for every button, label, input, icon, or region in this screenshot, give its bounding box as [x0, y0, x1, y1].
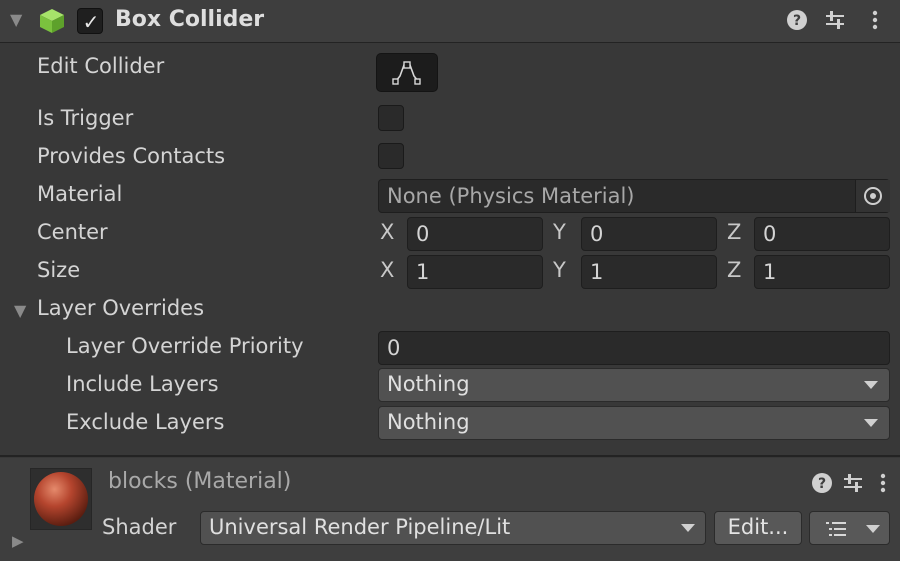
size-x-input[interactable]: 1 — [407, 255, 543, 289]
section-divider — [0, 455, 900, 457]
chevron-down-icon — [866, 525, 880, 533]
provides-contacts-checkbox[interactable] — [378, 143, 404, 169]
component-enabled-checkbox[interactable]: ✓ — [77, 8, 103, 34]
size-y-axis-label: Y — [553, 258, 566, 282]
checkmark-icon: ✓ — [82, 10, 100, 34]
layer-overrides-foldout-icon[interactable]: ▼ — [14, 301, 26, 320]
shader-options-dropdown[interactable] — [809, 511, 890, 545]
size-y-input[interactable]: 1 — [581, 255, 717, 289]
presets-icon[interactable] — [824, 9, 846, 31]
material-foldout-icon[interactable]: ▶ — [12, 532, 24, 550]
object-picker-icon — [864, 187, 882, 205]
center-x-axis-label: X — [380, 220, 395, 244]
size-z-axis-label: Z — [727, 258, 742, 282]
size-label: Size — [37, 258, 81, 282]
edit-collider-icon — [392, 61, 421, 85]
include-layers-value: Nothing — [387, 372, 470, 396]
center-z-input[interactable]: 0 — [754, 217, 890, 251]
exclude-layers-label: Exclude Layers — [66, 410, 225, 434]
material-preview[interactable] — [30, 468, 92, 530]
is-trigger-label: Is Trigger — [37, 106, 134, 130]
help-icon[interactable]: ? — [786, 9, 808, 31]
exclude-layers-dropdown[interactable]: Nothing — [378, 406, 890, 440]
list-icon — [826, 522, 846, 536]
provides-contacts-label: Provides Contacts — [37, 144, 226, 168]
chevron-down-icon — [681, 524, 695, 532]
size-z-input[interactable]: 1 — [754, 255, 890, 289]
center-y-axis-label: Y — [553, 220, 566, 244]
layer-override-priority-input[interactable]: 0 — [378, 331, 890, 365]
layer-override-priority-label: Layer Override Priority — [66, 334, 304, 358]
more-menu-icon[interactable] — [864, 9, 886, 31]
material-sphere-icon — [34, 472, 88, 526]
edit-shader-button[interactable]: Edit... — [714, 511, 802, 545]
center-y-input[interactable]: 0 — [581, 217, 717, 251]
layer-overrides-title[interactable]: Layer Overrides — [37, 296, 204, 320]
shader-value: Universal Render Pipeline/Lit — [209, 515, 511, 539]
is-trigger-checkbox[interactable] — [378, 105, 404, 131]
object-picker-button[interactable] — [855, 180, 890, 212]
chevron-down-icon — [864, 381, 878, 389]
more-menu-icon[interactable] — [872, 472, 894, 494]
cube-icon — [40, 9, 64, 33]
foldout-arrow-icon[interactable]: ▼ — [10, 10, 22, 29]
edit-collider-label: Edit Collider — [37, 54, 165, 78]
chevron-down-icon — [864, 419, 878, 427]
physics-material-value: None (Physics Material) — [387, 184, 635, 208]
shader-label: Shader — [102, 515, 177, 539]
center-label: Center — [37, 220, 108, 244]
material-title: blocks (Material) — [108, 469, 292, 494]
physics-material-field[interactable]: None (Physics Material) — [378, 179, 890, 213]
size-x-axis-label: X — [380, 258, 395, 282]
material-label: Material — [37, 182, 123, 206]
component-title: Box Collider — [115, 7, 265, 32]
center-z-axis-label: Z — [727, 220, 742, 244]
svg-text:?: ? — [818, 476, 826, 492]
include-layers-label: Include Layers — [66, 372, 219, 396]
edit-collider-button[interactable] — [376, 53, 438, 92]
include-layers-dropdown[interactable]: Nothing — [378, 368, 890, 402]
exclude-layers-value: Nothing — [387, 410, 470, 434]
presets-icon[interactable] — [842, 472, 864, 494]
center-x-input[interactable]: 0 — [407, 217, 543, 251]
shader-dropdown[interactable]: Universal Render Pipeline/Lit — [200, 511, 706, 545]
help-icon[interactable]: ? — [811, 472, 833, 494]
svg-text:?: ? — [793, 13, 801, 29]
